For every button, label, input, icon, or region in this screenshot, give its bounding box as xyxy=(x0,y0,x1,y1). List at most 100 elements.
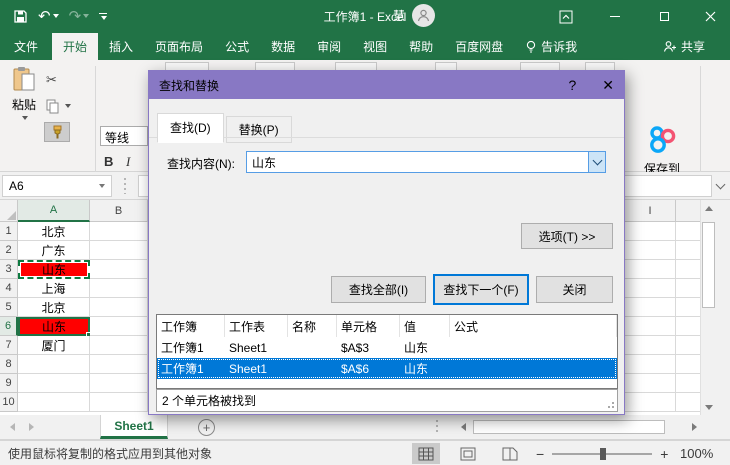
formula-bar-expand-button[interactable] xyxy=(714,178,726,194)
find-all-button[interactable]: 查找全部(I) xyxy=(331,276,426,303)
scroll-up-button[interactable] xyxy=(701,200,717,216)
row-header-2[interactable]: 2 xyxy=(0,241,18,260)
sheet-nav-left-icon[interactable] xyxy=(10,423,15,431)
normal-view-button[interactable] xyxy=(412,443,440,464)
tab-scrollbar-splitter[interactable] xyxy=(436,420,438,434)
row-header-3[interactable]: 3 xyxy=(0,260,18,279)
italic-button[interactable]: I xyxy=(126,154,130,170)
copy-caret-icon[interactable] xyxy=(65,104,71,108)
name-box[interactable]: A6 xyxy=(2,175,112,197)
results-header-cell[interactable]: 单元格 xyxy=(337,315,400,337)
dialog-help-button[interactable]: ? xyxy=(568,77,576,94)
avatar[interactable] xyxy=(412,4,435,27)
result-row[interactable]: 工作簿1 Sheet1 $A$3 山东 xyxy=(157,337,617,358)
zoom-slider[interactable] xyxy=(552,453,652,455)
row-header-7[interactable]: 7 xyxy=(0,336,18,355)
row-header-8[interactable]: 8 xyxy=(0,355,18,374)
page-break-view-button[interactable] xyxy=(496,443,524,464)
find-what-dropdown-button[interactable] xyxy=(588,152,605,172)
share-button[interactable]: 共享 xyxy=(652,33,716,60)
cell-a7[interactable]: 厦门 xyxy=(18,336,90,355)
scroll-right-button[interactable] xyxy=(686,419,702,435)
cut-button[interactable]: ✂ xyxy=(44,70,92,90)
tab-view[interactable]: 视图 xyxy=(352,33,398,60)
tab-home[interactable]: 开始 xyxy=(52,33,98,60)
results-header-workbook[interactable]: 工作簿 xyxy=(157,315,225,337)
tab-file[interactable]: 文件 xyxy=(0,33,52,60)
dialog-close-button[interactable]: ✕ xyxy=(602,77,614,94)
tab-data[interactable]: 数据 xyxy=(260,33,306,60)
minimize-button[interactable] xyxy=(598,0,632,33)
tab-review[interactable]: 审阅 xyxy=(306,33,352,60)
add-sheet-button[interactable]: + xyxy=(198,419,215,436)
cell-b1[interactable] xyxy=(90,222,148,241)
bold-button[interactable]: B xyxy=(104,154,113,169)
cell-b8[interactable] xyxy=(90,355,148,374)
zoom-in-button[interactable]: + xyxy=(660,446,668,462)
dialog-title-bar[interactable]: 查找和替换 ? ✕ xyxy=(149,71,624,99)
column-header-a[interactable]: A xyxy=(18,200,90,222)
find-what-input[interactable] xyxy=(247,152,588,172)
cell-a2[interactable]: 广东 xyxy=(18,241,90,260)
redo-caret-icon[interactable] xyxy=(83,14,89,18)
column-header-partial[interactable] xyxy=(676,200,700,222)
row-header-6[interactable]: 6 xyxy=(0,317,18,336)
row-header-1[interactable]: 1 xyxy=(0,222,18,241)
undo-caret-icon[interactable] xyxy=(53,14,59,18)
results-header-worksheet[interactable]: 工作表 xyxy=(225,315,288,337)
maximize-button[interactable] xyxy=(647,0,681,33)
close-button[interactable] xyxy=(693,0,727,33)
zoom-level[interactable]: 100% xyxy=(680,446,713,461)
cell-a1[interactable]: 北京 xyxy=(18,222,90,241)
scroll-down-button[interactable] xyxy=(701,399,717,415)
cell-b10[interactable] xyxy=(90,393,148,412)
cell-a9[interactable] xyxy=(18,374,90,393)
results-header-name[interactable]: 名称 xyxy=(288,315,337,337)
tab-replace[interactable]: 替换(P) xyxy=(226,116,292,143)
results-header-formula[interactable]: 公式 xyxy=(450,315,617,337)
cell-b7[interactable] xyxy=(90,336,148,355)
select-all-corner[interactable] xyxy=(0,200,18,222)
tab-insert[interactable]: 插入 xyxy=(98,33,144,60)
scroll-left-button[interactable] xyxy=(455,419,471,435)
close-dialog-button[interactable]: 关闭 xyxy=(536,276,613,303)
paste-caret-icon[interactable] xyxy=(22,116,28,120)
tab-formulas[interactable]: 公式 xyxy=(214,33,260,60)
cell-b3[interactable] xyxy=(90,260,148,279)
column-header-b[interactable]: B xyxy=(90,200,148,222)
find-next-button[interactable]: 查找下一个(F) xyxy=(433,274,529,305)
vertical-scrollbar[interactable] xyxy=(700,200,716,415)
cell-b9[interactable] xyxy=(90,374,148,393)
cell-a4[interactable]: 上海 xyxy=(18,279,90,298)
zoom-out-button[interactable]: − xyxy=(536,446,544,462)
cell-a10[interactable] xyxy=(18,393,90,412)
font-name-box[interactable]: 等线 xyxy=(100,126,148,146)
row-header-10[interactable]: 10 xyxy=(0,393,18,412)
name-box-caret-icon[interactable] xyxy=(99,184,105,188)
tab-page-layout[interactable]: 页面布局 xyxy=(144,33,214,60)
horizontal-scrollbar-thumb[interactable] xyxy=(473,420,665,434)
row-header-4[interactable]: 4 xyxy=(0,279,18,298)
row-header-9[interactable]: 9 xyxy=(0,374,18,393)
cell-b4[interactable] xyxy=(90,279,148,298)
page-layout-view-button[interactable] xyxy=(454,443,482,464)
cell-b6[interactable] xyxy=(90,317,148,336)
redo-button[interactable]: ↷ xyxy=(66,7,93,26)
tab-baidu-netdisk[interactable]: 百度网盘 xyxy=(444,33,514,60)
options-button[interactable]: 选项(T) >> xyxy=(521,223,613,249)
row-header-5[interactable]: 5 xyxy=(0,298,18,317)
account-area[interactable]: 慧 xyxy=(393,4,435,27)
cell-a5[interactable]: 北京 xyxy=(18,298,90,317)
cell-a6-active[interactable]: 山东 xyxy=(18,317,90,336)
zoom-slider-thumb[interactable] xyxy=(600,448,606,460)
cell-b2[interactable] xyxy=(90,241,148,260)
paste-button[interactable]: 粘贴 xyxy=(6,66,42,152)
cell-a3-copied[interactable]: 山东 xyxy=(18,260,90,279)
format-painter-button[interactable] xyxy=(44,122,70,142)
undo-button[interactable]: ↶ xyxy=(35,7,62,26)
vertical-scrollbar-thumb[interactable] xyxy=(702,222,715,308)
customize-qat-button[interactable] xyxy=(96,11,110,22)
cell-b5[interactable] xyxy=(90,298,148,317)
ribbon-display-options-button[interactable] xyxy=(549,0,583,33)
sheet-tab-sheet1[interactable]: Sheet1 xyxy=(100,415,168,439)
